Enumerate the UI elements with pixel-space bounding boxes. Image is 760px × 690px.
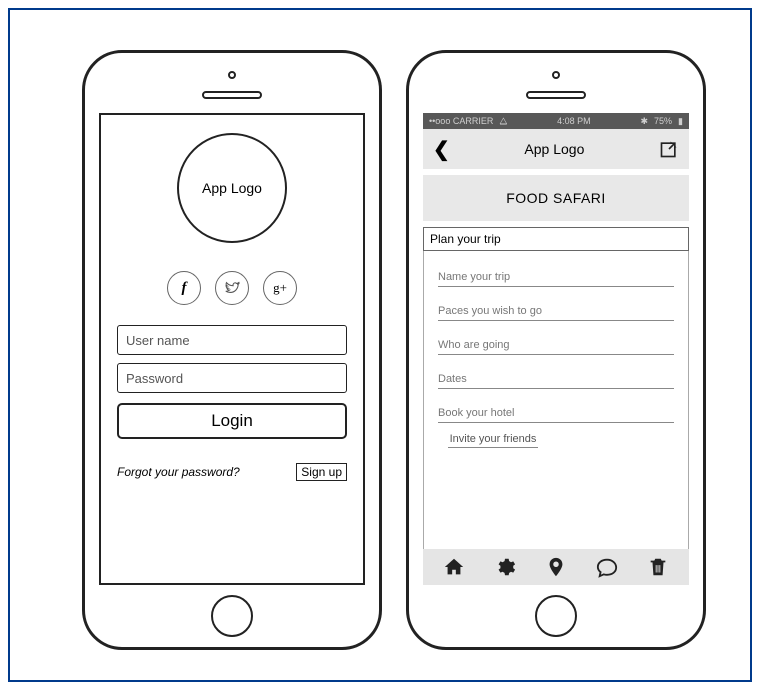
app-logo-label: App Logo <box>202 180 262 196</box>
plan-trip-screen: ••ooo CARRIER ⧋ 4:08 PM ✱ 75% ▮ ❮ App Lo… <box>423 113 689 585</box>
trash-icon[interactable] <box>647 556 669 578</box>
nav-title: App Logo <box>524 141 584 157</box>
chat-icon[interactable] <box>596 556 618 578</box>
login-screen: App Logo f g+ User name <box>99 113 365 585</box>
phone-plan-trip: ••ooo CARRIER ⧋ 4:08 PM ✱ 75% ▮ ❮ App Lo… <box>406 50 706 650</box>
phone-speaker <box>202 91 262 99</box>
phone-login: App Logo f g+ User name <box>82 50 382 650</box>
tab-bar <box>423 549 689 585</box>
status-bar: ••ooo CARRIER ⧋ 4:08 PM ✱ 75% ▮ <box>423 113 689 129</box>
facebook-icon[interactable]: f <box>167 271 201 305</box>
home-button[interactable] <box>211 595 253 637</box>
phone-speaker <box>526 91 586 99</box>
home-icon[interactable] <box>443 556 465 578</box>
back-button[interactable]: ❮ <box>433 137 450 162</box>
status-battery: 75% <box>654 116 672 126</box>
trip-name-input[interactable]: Name your trip <box>438 257 674 287</box>
sign-up-button[interactable]: Sign up <box>296 463 347 481</box>
twitter-icon[interactable] <box>215 271 249 305</box>
invite-friends-button[interactable]: Invite your friends <box>448 433 538 448</box>
social-login-row: f g+ <box>167 271 297 305</box>
phone-camera <box>228 71 236 79</box>
wireframe-frame: App Logo f g+ User name <box>8 8 752 682</box>
places-input[interactable]: Paces you wish to go <box>438 291 674 321</box>
login-button[interactable]: Login <box>117 403 347 439</box>
status-carrier: ••ooo CARRIER <box>429 116 493 126</box>
battery-icon: ▮ <box>678 116 683 127</box>
status-time: 4:08 PM <box>513 116 634 126</box>
gear-icon[interactable] <box>494 556 516 578</box>
trip-form: Name your trip Paces you wish to go Who … <box>423 251 689 549</box>
app-logo-circle: App Logo <box>177 133 287 243</box>
hotel-input[interactable]: Book your hotel <box>438 393 674 423</box>
forgot-password-link[interactable]: Forgot your password? <box>117 465 240 479</box>
wifi-icon: ⧋ <box>499 116 507 127</box>
username-input[interactable]: User name <box>117 325 347 355</box>
google-plus-icon[interactable]: g+ <box>263 271 297 305</box>
nav-bar: ❮ App Logo <box>423 129 689 169</box>
dates-input[interactable]: Dates <box>438 359 674 389</box>
section-header: Plan your trip <box>423 227 689 251</box>
location-pin-icon[interactable] <box>545 556 567 578</box>
phone-camera <box>552 71 560 79</box>
who-input[interactable]: Who are going <box>438 325 674 355</box>
compose-icon[interactable] <box>659 139 679 159</box>
bluetooth-icon: ✱ <box>640 116 648 127</box>
page-banner: FOOD SAFARI <box>423 175 689 221</box>
password-input[interactable]: Password <box>117 363 347 393</box>
home-button[interactable] <box>535 595 577 637</box>
